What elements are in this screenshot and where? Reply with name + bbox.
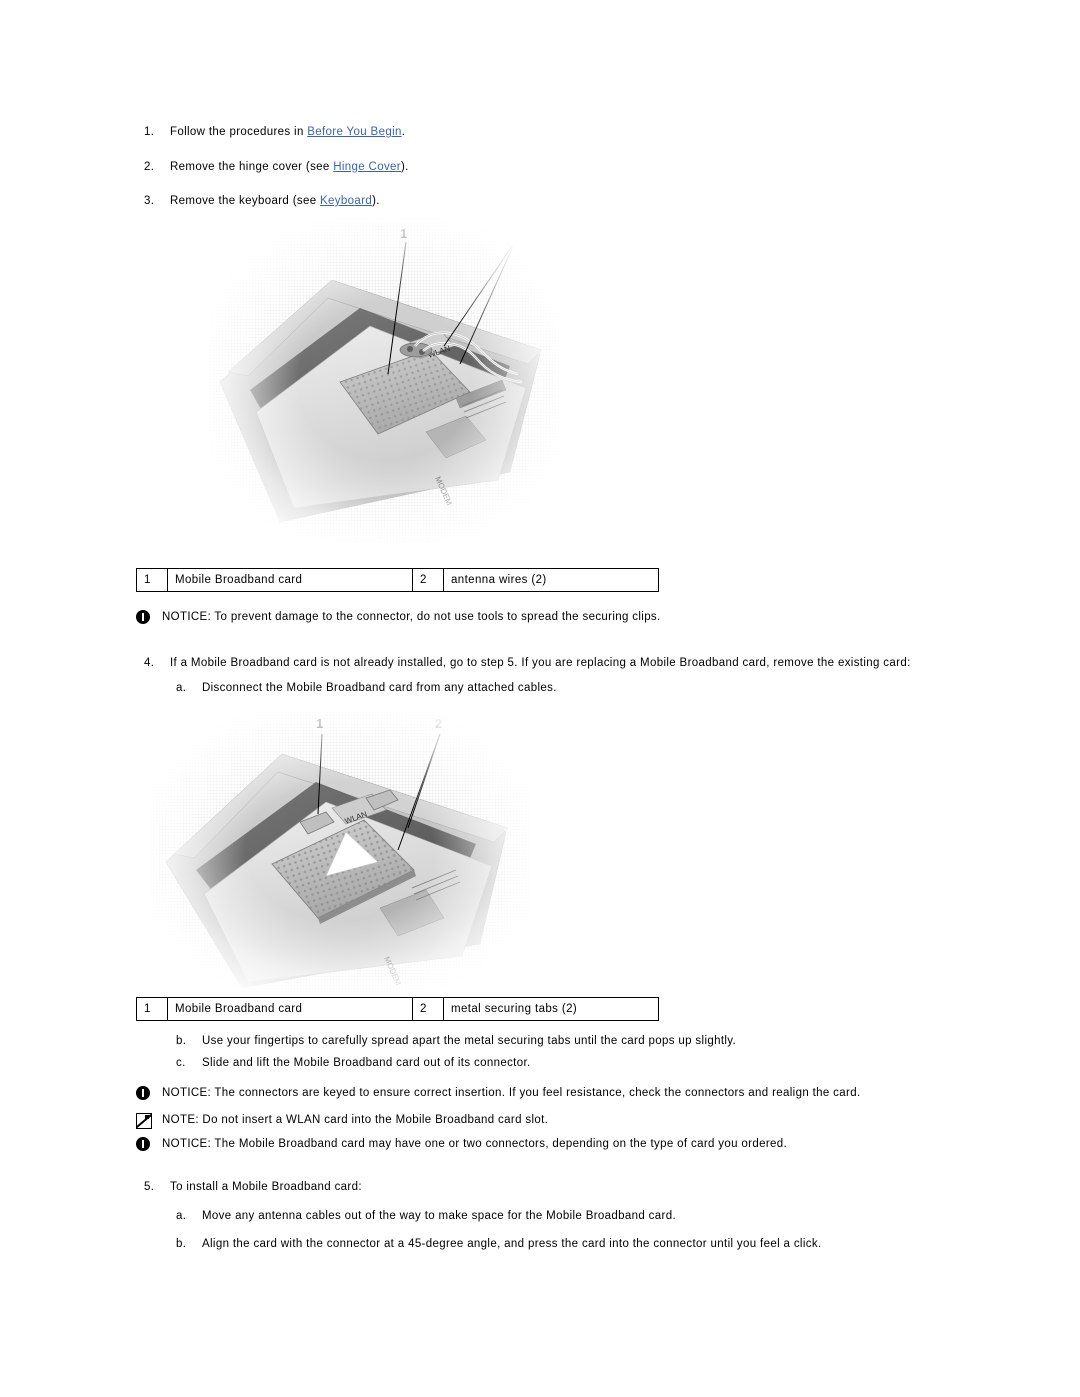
step-text: Follow the procedures in Before You Begi… (170, 124, 1004, 141)
link-hinge-cover[interactable]: Hinge Cover (333, 161, 401, 173)
step-number: 2. (144, 160, 155, 173)
step-item-3: 3. Remove the keyboard (see Keyboard). (144, 193, 1004, 210)
figure-1-callout-table: 1 Mobile Broadband card 2 antenna wires … (136, 568, 659, 592)
callout-label: antenna wires (2) (443, 568, 659, 592)
callout-label: Mobile Broadband card (167, 997, 413, 1021)
step-text-post: ). (372, 195, 380, 208)
step-item-5: 5. To install a Mobile Broadband card: (144, 1179, 1044, 1196)
notice-icon (136, 1137, 162, 1152)
link-keyboard[interactable]: Keyboard (320, 195, 372, 207)
callout-number: 1 (136, 568, 168, 592)
step-item-2: 2. Remove the hinge cover (see Hinge Cov… (144, 159, 1004, 176)
step-number: a. (176, 682, 187, 694)
table-row: 1 Mobile Broadband card 2 antenna wires … (136, 568, 659, 592)
step-text-pre: Follow the procedures in (170, 126, 308, 138)
notice-text: NOTICE: The connectors are keyed to ensu… (162, 1087, 861, 1099)
note-icon (136, 1113, 162, 1129)
step-text: Disconnect the Mobile Broadband card fro… (202, 682, 557, 694)
step-item-4b: b. Use your fingertips to carefully spre… (176, 1033, 1056, 1050)
step-text: Remove the hinge cover (see Hinge Cover)… (170, 159, 1004, 176)
step-number: b. (176, 1238, 187, 1250)
step-number: b. (176, 1035, 187, 1047)
step-number: a. (176, 1210, 187, 1222)
figure-2-image: WLAN MODEM 1 2 (150, 712, 530, 992)
figure-2-vignette (150, 712, 530, 992)
step-item-4a: a. Disconnect the Mobile Broadband card … (176, 680, 1056, 697)
note-wlan-card-slot: NOTE: Do not insert a WLAN card into the… (136, 1112, 1036, 1129)
step-text: Move any antenna cables out of the way t… (202, 1210, 676, 1222)
document-page: 1. Follow the procedures in Before You B… (0, 0, 1080, 1397)
step-item-5b: b. Align the card with the connector at … (176, 1236, 1056, 1253)
figure-mobile-broadband-card-installed: WLAN MODEM (210, 222, 560, 542)
figure-1-vignette (210, 222, 560, 542)
step-text: Use your fingertips to carefully spread … (202, 1035, 737, 1047)
step-item-4: 4. If a Mobile Broadband card is not alr… (144, 655, 1044, 672)
notice-icon (136, 610, 162, 625)
top-steps-list: 1. Follow the procedures in Before You B… (144, 124, 1004, 210)
notice-connectors-keyed: NOTICE: The connectors are keyed to ensu… (136, 1085, 1036, 1101)
link-before-you-begin[interactable]: Before You Begin (307, 126, 401, 138)
step-number: 4. (144, 657, 155, 669)
step-text: Slide and lift the Mobile Broadband card… (202, 1057, 531, 1069)
step-text-post: ). (401, 160, 409, 173)
callout-label: Mobile Broadband card (167, 568, 413, 592)
step-text: Remove the keyboard (see Keyboard). (170, 193, 1004, 210)
note-text: NOTE: Do not insert a WLAN card into the… (162, 1114, 549, 1126)
table-row: 1 Mobile Broadband card 2 metal securing… (136, 997, 659, 1021)
notice-card-connectors: NOTICE: The Mobile Broadband card may ha… (136, 1136, 1036, 1152)
step-text-pre: Remove the hinge cover (see (170, 160, 334, 173)
step-number: 3. (144, 195, 155, 208)
step-item-4c: c. Slide and lift the Mobile Broadband c… (176, 1055, 1056, 1072)
callout-number: 2 (412, 568, 444, 592)
figure-2-callout-table: 1 Mobile Broadband card 2 metal securing… (136, 997, 659, 1021)
step-number: 5. (144, 1181, 155, 1193)
step-item-1: 1. Follow the procedures in Before You B… (144, 124, 1004, 141)
callout-label: metal securing tabs (2) (443, 997, 659, 1021)
step-text-pre: Remove the keyboard (see (170, 195, 321, 208)
step-text: If a Mobile Broadband card is not alread… (170, 657, 911, 669)
step-text: To install a Mobile Broadband card: (170, 1181, 362, 1193)
figure-mobile-broadband-card-removal: WLAN MODEM 1 2 (150, 712, 530, 992)
step-text-post: . (401, 126, 406, 138)
notice-securing-clips: NOTICE: To prevent damage to the connect… (136, 609, 1016, 625)
step-text: Align the card with the connector at a 4… (202, 1238, 822, 1250)
notice-text: NOTICE: To prevent damage to the connect… (162, 611, 661, 623)
notice-icon (136, 1086, 162, 1101)
callout-number: 1 (136, 997, 168, 1021)
figure-1-image: WLAN MODEM (210, 222, 560, 542)
callout-number: 2 (412, 997, 444, 1021)
step-number: 1. (144, 126, 155, 138)
step-item-5a: a. Move any antenna cables out of the wa… (176, 1208, 1056, 1225)
notice-text: NOTICE: The Mobile Broadband card may ha… (162, 1138, 788, 1150)
step-number: c. (176, 1057, 186, 1069)
